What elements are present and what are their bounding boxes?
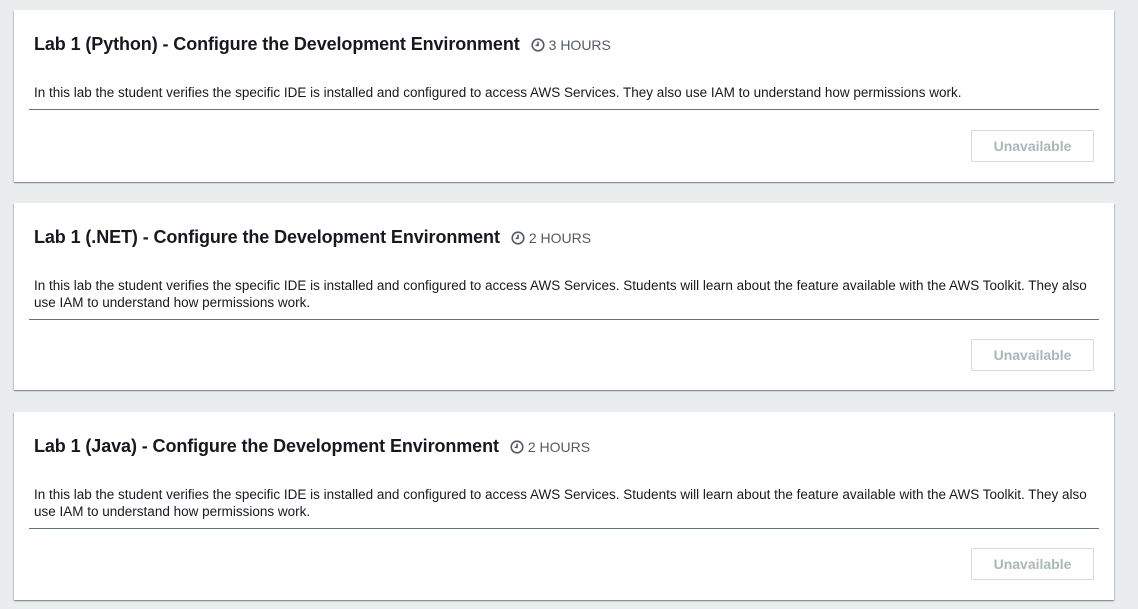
unavailable-button[interactable]: Unavailable [971,130,1094,162]
lab-title: Lab 1 (.NET) - Configure the Development… [34,227,500,247]
clock-icon [510,439,524,454]
lab-description: In this lab the student verifies the spe… [34,278,1087,310]
lab-title: Lab 1 (Python) - Configure the Developme… [34,34,520,54]
lab-card-header: Lab 1 (Python) - Configure the Developme… [34,34,611,55]
clock-icon [531,37,545,52]
card-divider [29,109,1099,110]
card-divider [29,528,1099,529]
unavailable-button[interactable]: Unavailable [971,339,1094,371]
lab-card: Lab 1 (Java) - Configure the Development… [14,412,1114,600]
lab-duration-label: 2 HOURS [527,438,591,455]
lab-card-header: Lab 1 (Java) - Configure the Development… [34,436,590,457]
lab-duration-label: 3 HOURS [548,36,611,53]
unavailable-button[interactable]: Unavailable [971,548,1094,580]
lab-description: In this lab the student verifies the spe… [34,85,962,100]
lab-duration: 3 HOURS [531,37,611,53]
lab-card: Lab 1 (.NET) - Configure the Development… [14,203,1114,390]
card-divider [29,319,1099,320]
lab-title: Lab 1 (Java) - Configure the Development… [34,436,499,456]
lab-description: In this lab the student verifies the spe… [34,487,1087,519]
lab-duration: 2 HOURS [510,439,590,455]
lab-duration-label: 2 HOURS [528,229,592,246]
lab-card-header: Lab 1 (.NET) - Configure the Development… [34,227,591,248]
lab-duration: 2 HOURS [511,230,591,246]
lab-card: Lab 1 (Python) - Configure the Developme… [14,10,1114,182]
clock-icon [511,230,525,245]
